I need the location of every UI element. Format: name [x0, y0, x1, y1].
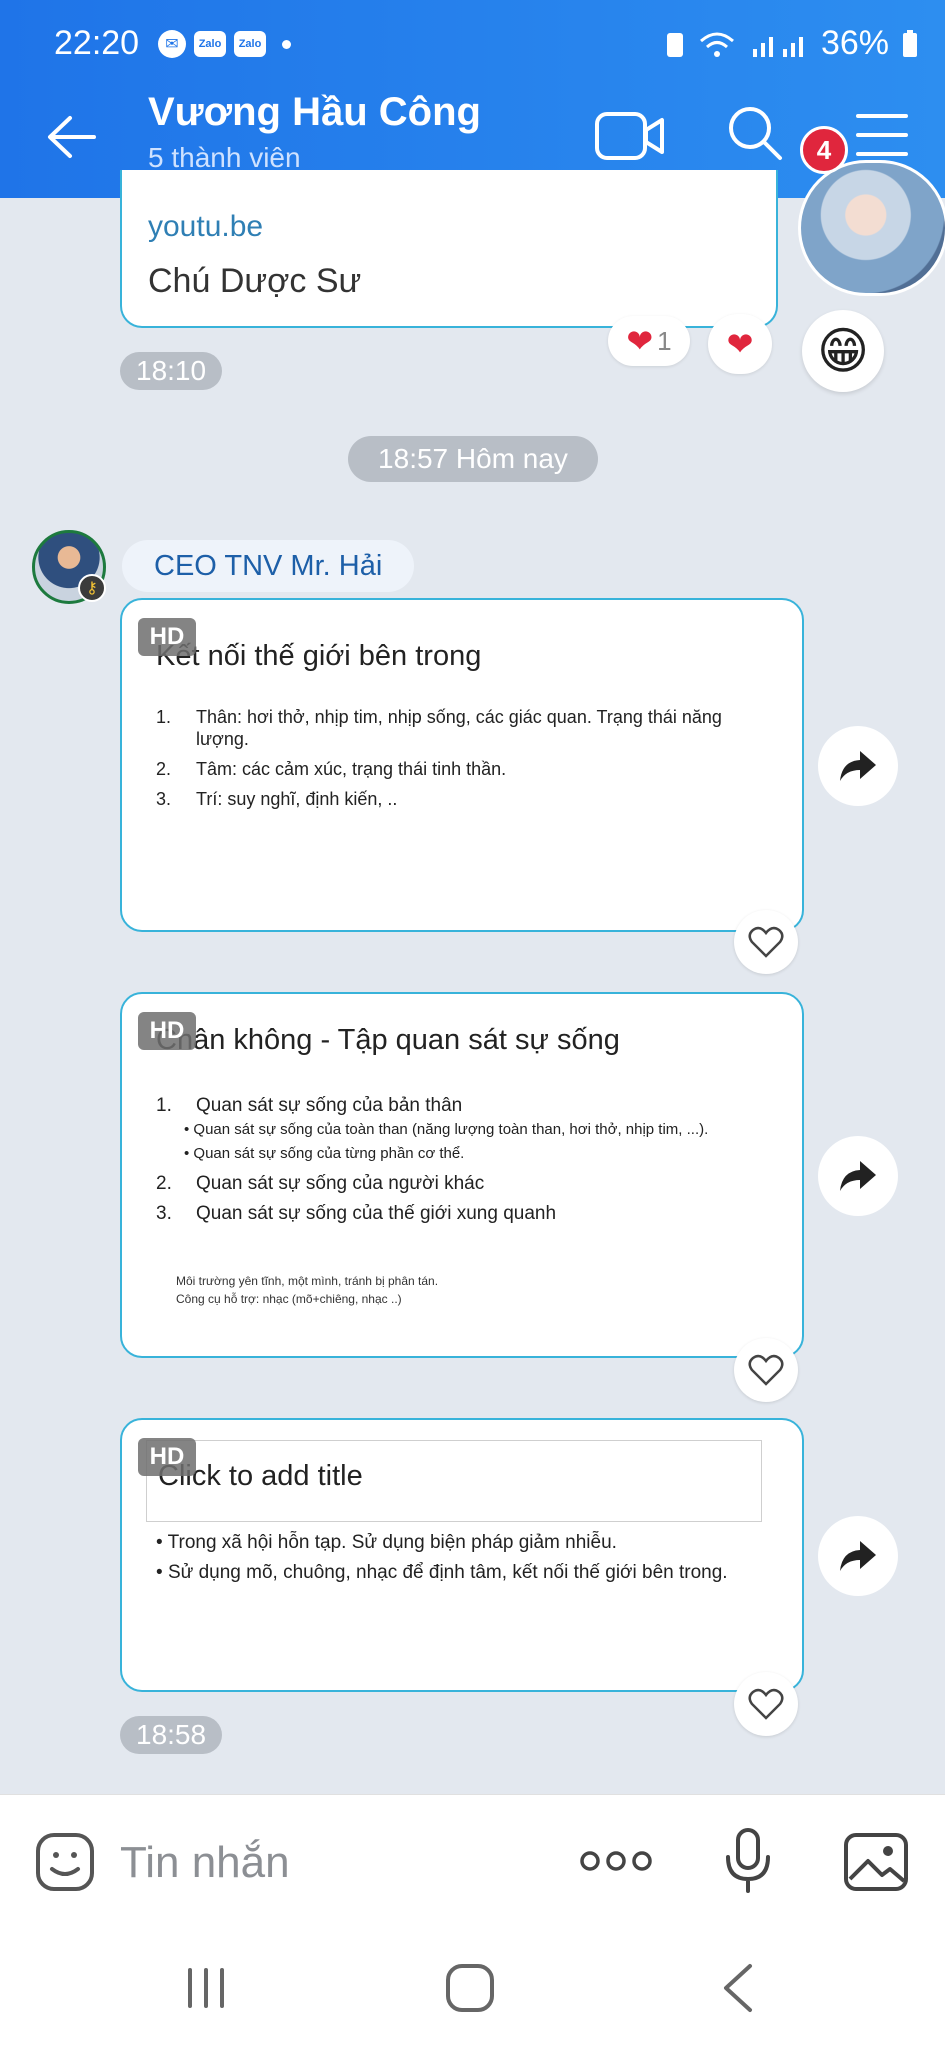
- key-icon: ⚷: [78, 574, 106, 602]
- slide-note: Môi trường yên tĩnh, một mình, tránh bị …: [176, 1274, 439, 1288]
- system-navigation-bar: [0, 1926, 945, 2048]
- share-button[interactable]: [818, 726, 898, 806]
- message-input[interactable]: [120, 1835, 540, 1891]
- hd-badge: HD: [138, 1012, 196, 1050]
- link-preview-card[interactable]: youtu.be Chú Dược Sư: [120, 170, 778, 328]
- zalo-notification-icon: Zalo: [194, 31, 226, 57]
- microphone-icon[interactable]: [722, 1827, 774, 1895]
- hd-badge: HD: [138, 618, 196, 656]
- messenger-icon: ✉: [158, 30, 186, 58]
- link-domain[interactable]: youtu.be: [148, 210, 263, 244]
- list-item: 3. Quan sát sự sống của thế giới xung qua…: [156, 1203, 557, 1224]
- slide-title: Chân không - Tập quan sát sự sống: [156, 1024, 620, 1056]
- image-icon[interactable]: [842, 1831, 910, 1893]
- unread-badge: 4: [800, 126, 848, 174]
- share-arrow-icon: [840, 1161, 876, 1191]
- battery-percent: 36%: [820, 24, 889, 62]
- like-button[interactable]: [734, 1338, 798, 1402]
- like-button[interactable]: [734, 1672, 798, 1736]
- status-time: 22:20: [54, 24, 140, 62]
- sender-name[interactable]: CEO TNV Mr. Hải: [122, 540, 415, 592]
- heart-icon: ❤: [626, 323, 654, 359]
- sub-list-item: • Quan sát sự sống của từng phần cơ thể.: [184, 1145, 465, 1162]
- zalo-notification-icon: Zalo: [234, 31, 266, 57]
- home-icon[interactable]: [444, 1962, 496, 2014]
- list-item: 1. Quan sát sự sống của bản thân: [156, 1095, 463, 1116]
- share-arrow-icon: [840, 751, 876, 781]
- heart-reaction-button[interactable]: ❤: [708, 314, 772, 374]
- more-options-icon[interactable]: [578, 1839, 654, 1883]
- reaction-summary[interactable]: ❤ 1: [608, 316, 690, 366]
- share-button[interactable]: [818, 1516, 898, 1596]
- slide-note: Công cụ hỗ trợ: nhạc (mõ+chiêng, nhạc ..…: [176, 1292, 402, 1306]
- list-item: 1. Thân: hơi thở, nhịp tim, nhịp sống, cá…: [156, 707, 722, 749]
- list-item: 2. Tâm: các cảm xúc, trạng thái tinh thần…: [156, 759, 507, 779]
- battery-saver-icon: [666, 32, 683, 57]
- notification-icons: ✉ Zalo Zalo: [158, 30, 291, 58]
- list-item: • Sử dụng mõ, chuông, nhạc để định tâm, …: [156, 1562, 728, 1583]
- share-arrow-icon: [840, 1541, 876, 1571]
- system-indicators: 36%: [665, 24, 919, 63]
- share-button[interactable]: [818, 1136, 898, 1216]
- floating-chat-avatar[interactable]: [798, 160, 945, 296]
- list-item: 3. Trí: suy nghĩ, định kiến, ..: [156, 789, 398, 809]
- sticker-icon[interactable]: [34, 1831, 96, 1893]
- slide-list: 1. Quan sát sự sống của bản thân • Quan s…: [156, 1094, 772, 1226]
- menu-icon[interactable]: [852, 110, 912, 160]
- video-call-icon[interactable]: [594, 106, 666, 166]
- like-button[interactable]: [734, 910, 798, 974]
- recent-apps-icon[interactable]: [182, 1964, 230, 2012]
- slide-title: Kết nối thế giới bên trong: [156, 640, 482, 672]
- slide-image-message[interactable]: Kết nối thế giới bên trong 1. Thân: hơi t…: [120, 598, 804, 932]
- grinning-emoji-reaction[interactable]: 😁: [802, 310, 884, 392]
- chat-title[interactable]: Vương Hầu Công: [148, 90, 481, 135]
- heart-outline-icon: [748, 926, 784, 958]
- hd-badge: HD: [138, 1438, 196, 1476]
- slide-image-message[interactable]: Click to add title • Trong xã hội hỗn tạ…: [120, 1418, 804, 1692]
- signal-icon: [752, 36, 803, 57]
- slide-list: 1. Thân: hơi thở, nhịp tim, nhịp sống, cá…: [156, 706, 772, 810]
- message-composer: [0, 1794, 945, 1926]
- wifi-icon: [699, 32, 734, 57]
- slide-list: • Trong xã hội hỗn tạp. Sử dụng biện phá…: [156, 1528, 772, 1588]
- reaction-count: 1: [657, 325, 672, 356]
- back-arrow-icon[interactable]: [44, 110, 98, 164]
- date-divider: 18:57 Hôm nay: [348, 436, 598, 482]
- battery-icon: [903, 29, 917, 57]
- link-title[interactable]: Chú Dược Sư: [148, 262, 361, 301]
- status-bar: 22:20 ✉ Zalo Zalo 36%: [0, 0, 945, 72]
- list-item: • Trong xã hội hỗn tạp. Sử dụng biện phá…: [156, 1532, 617, 1553]
- slide-image-message[interactable]: Chân không - Tập quan sát sự sống 1. Quan…: [120, 992, 804, 1358]
- more-notifications-dot: [282, 39, 291, 49]
- list-item: 2. Quan sát sự sống của người khác: [156, 1173, 485, 1194]
- heart-icon: ❤: [726, 326, 754, 362]
- message-time: 18:58: [120, 1716, 223, 1754]
- search-icon[interactable]: [724, 102, 784, 162]
- heart-outline-icon: [748, 1354, 784, 1386]
- message-time: 18:10: [120, 352, 223, 390]
- sub-list-item: • Quan sát sự sống của toàn than (năng l…: [184, 1121, 709, 1138]
- heart-outline-icon: [748, 1688, 784, 1720]
- nav-back-icon[interactable]: [718, 1962, 758, 2014]
